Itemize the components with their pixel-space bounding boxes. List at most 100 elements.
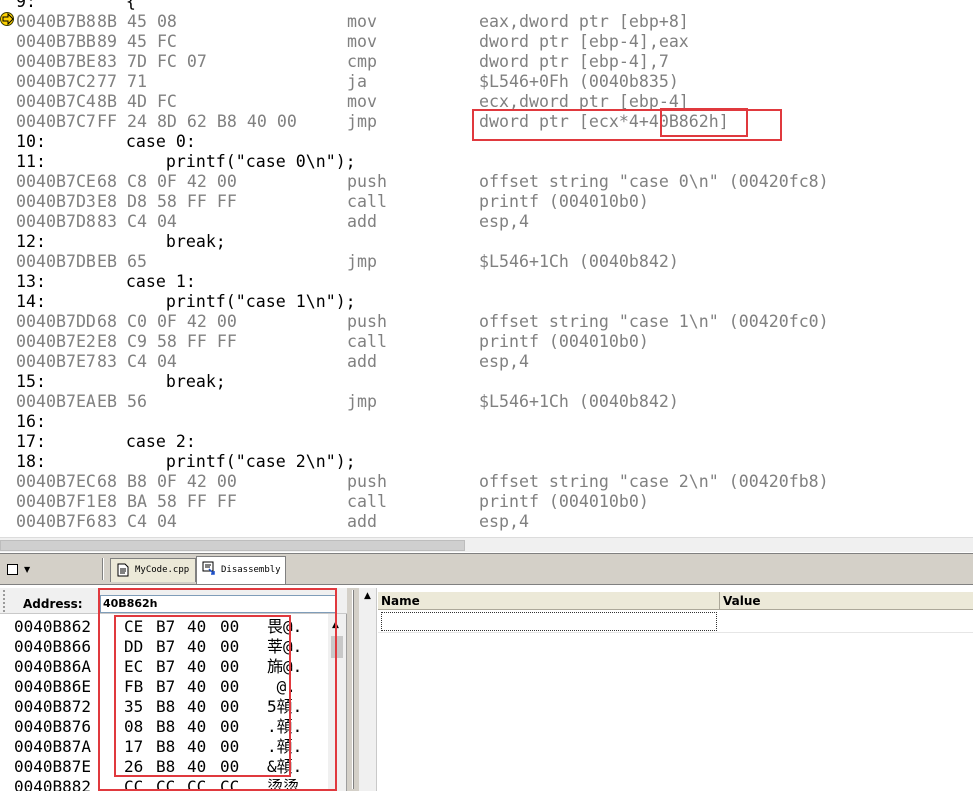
instruction-operands: eax,dword ptr [ebp+8] <box>479 12 689 31</box>
memory-byte[interactable]: 00 <box>220 737 239 757</box>
tab-disassembly[interactable]: Disassembly <box>196 556 286 584</box>
watch-name-input[interactable] <box>381 612 717 631</box>
row-divider <box>378 632 973 633</box>
memory-byte[interactable]: DD <box>124 637 143 657</box>
memory-byte[interactable]: 00 <box>220 657 239 677</box>
instruction-operands: esp,4 <box>479 512 529 531</box>
memory-address: 0040B87E <box>14 757 92 776</box>
memory-byte[interactable]: 40 <box>187 697 206 717</box>
address-label: Address: <box>23 597 83 611</box>
instruction-operands: $L546+1Ch (0040b842) <box>479 252 679 271</box>
memory-ascii: &顇. <box>267 757 303 776</box>
instruction-operands: printf (004010b0) <box>479 332 649 351</box>
instruction-bytes: 83 C4 04 <box>97 512 177 531</box>
memory-byte[interactable]: B7 <box>156 677 175 697</box>
memory-byte[interactable]: B7 <box>156 637 175 657</box>
memory-byte[interactable]: FB <box>124 677 143 697</box>
source-code: 10: case 0: <box>16 132 196 151</box>
instruction-operands: $L546+1Ch (0040b842) <box>479 392 679 411</box>
toolbar-grip[interactable] <box>3 590 9 612</box>
instruction-mnemonic: call <box>347 492 387 511</box>
memory-byte[interactable]: 40 <box>187 617 206 637</box>
memory-byte[interactable]: CC <box>220 777 239 791</box>
memory-byte[interactable]: 40 <box>187 717 206 737</box>
memory-ascii: @. <box>267 677 296 696</box>
window-tab-strip: ▼ MyCode.cpp Disassembly <box>0 553 973 585</box>
watch-side-scrollbar[interactable]: ▲ <box>359 588 377 791</box>
memory-byte[interactable]: 40 <box>187 637 206 657</box>
instruction-mnemonic: push <box>347 172 387 191</box>
memory-address: 0040B87A <box>14 737 92 756</box>
memory-byte[interactable]: 00 <box>220 637 239 657</box>
memory-window[interactable]: Address: 40B862h 0040B862 CE B7 40 00 畏@. 0040… <box>0 588 347 791</box>
scrollbar-thumb[interactable] <box>331 636 343 658</box>
memory-byte[interactable]: B8 <box>156 737 175 757</box>
memory-byte[interactable]: 26 <box>124 757 143 777</box>
instruction-address: 0040B7E7 <box>16 352 96 371</box>
memory-byte[interactable]: CC <box>124 777 143 791</box>
disassembly-horizontal-scrollbar[interactable] <box>0 537 973 552</box>
instruction-mnemonic: call <box>347 332 387 351</box>
instruction-mnemonic: mov <box>347 12 377 31</box>
memory-byte[interactable]: 00 <box>220 717 239 737</box>
instruction-bytes: 68 C8 0F 42 00 <box>97 172 237 191</box>
source-code: 14: printf("case 1\n"); <box>16 292 356 311</box>
memory-byte[interactable]: 17 <box>124 737 143 757</box>
memory-vertical-scrollbar[interactable]: ▲ <box>328 614 346 791</box>
memory-ascii: 烫烫 <box>267 777 300 791</box>
memory-byte[interactable]: 40 <box>187 677 206 697</box>
instruction-mnemonic: jmp <box>347 392 377 411</box>
tab-mycode-cpp[interactable]: MyCode.cpp <box>110 558 196 582</box>
column-header-value[interactable]: Value <box>720 592 973 610</box>
memory-byte[interactable]: B7 <box>156 617 175 637</box>
instruction-bytes: 8B 4D FC <box>97 92 177 111</box>
memory-byte[interactable]: 35 <box>124 697 143 717</box>
address-input[interactable]: 40B862h <box>100 595 336 613</box>
instruction-operands: esp,4 <box>479 212 529 231</box>
memory-byte[interactable]: 40 <box>187 737 206 757</box>
scroll-up-icon[interactable]: ▲ <box>332 620 339 630</box>
memory-byte[interactable]: 00 <box>220 757 239 777</box>
memory-byte[interactable]: 40 <box>187 657 206 677</box>
memory-byte[interactable]: 00 <box>220 697 239 717</box>
instruction-address: 0040B7F6 <box>16 512 96 531</box>
watch-window[interactable]: ▲ Name Value <box>359 588 973 791</box>
instruction-address: 0040B7BE <box>16 52 96 71</box>
instruction-operands: offset string "case 1\n" (00420fc0) <box>479 312 829 331</box>
memory-byte[interactable]: CC <box>187 777 206 791</box>
instruction-bytes: 8B 45 08 <box>97 12 177 31</box>
memory-byte[interactable]: B8 <box>156 717 175 737</box>
memory-address: 0040B872 <box>14 697 92 716</box>
pane-splitter[interactable] <box>347 588 359 791</box>
memory-byte[interactable]: 00 <box>220 677 239 697</box>
memory-address: 0040B876 <box>14 717 92 736</box>
instruction-bytes: E8 D8 58 FF FF <box>97 192 237 211</box>
memory-ascii: 畏@. <box>267 617 303 636</box>
instruction-bytes: EB 56 <box>97 392 147 411</box>
instruction-bytes: E8 C9 58 FF FF <box>97 332 237 351</box>
instruction-address: 0040B7E2 <box>16 332 96 351</box>
scroll-up-icon[interactable]: ▲ <box>364 591 371 601</box>
memory-byte[interactable]: 00 <box>220 617 239 637</box>
memory-byte[interactable]: 40 <box>187 757 206 777</box>
scrollbar-thumb[interactable] <box>0 540 465 551</box>
memory-byte[interactable]: CC <box>156 777 175 791</box>
instruction-operands: offset string "case 0\n" (00420fc8) <box>479 172 829 191</box>
instruction-address: 0040B7CE <box>16 172 96 191</box>
memory-byte[interactable]: B7 <box>156 657 175 677</box>
memory-byte[interactable]: 08 <box>124 717 143 737</box>
instruction-bytes: EB 65 <box>97 252 147 271</box>
instruction-operands: dword ptr [ebp-4],eax <box>479 32 689 51</box>
source-code: 16: <box>16 412 46 431</box>
current-instruction-arrow-icon <box>0 12 14 26</box>
window-dropdown-icon[interactable]: ▼ <box>5 561 35 579</box>
memory-byte[interactable]: CE <box>124 617 143 637</box>
memory-byte[interactable]: EC <box>124 657 143 677</box>
file-icon <box>117 563 129 577</box>
memory-byte[interactable]: B8 <box>156 697 175 717</box>
memory-byte[interactable]: B8 <box>156 757 175 777</box>
disassembly-pane[interactable]: 9: {0040B7B8 8B 45 08 mov eax,dword ptr [eb… <box>0 0 973 537</box>
watch-header: Name Value <box>378 592 973 610</box>
column-header-name[interactable]: Name <box>378 592 720 610</box>
instruction-mnemonic: jmp <box>347 112 377 131</box>
